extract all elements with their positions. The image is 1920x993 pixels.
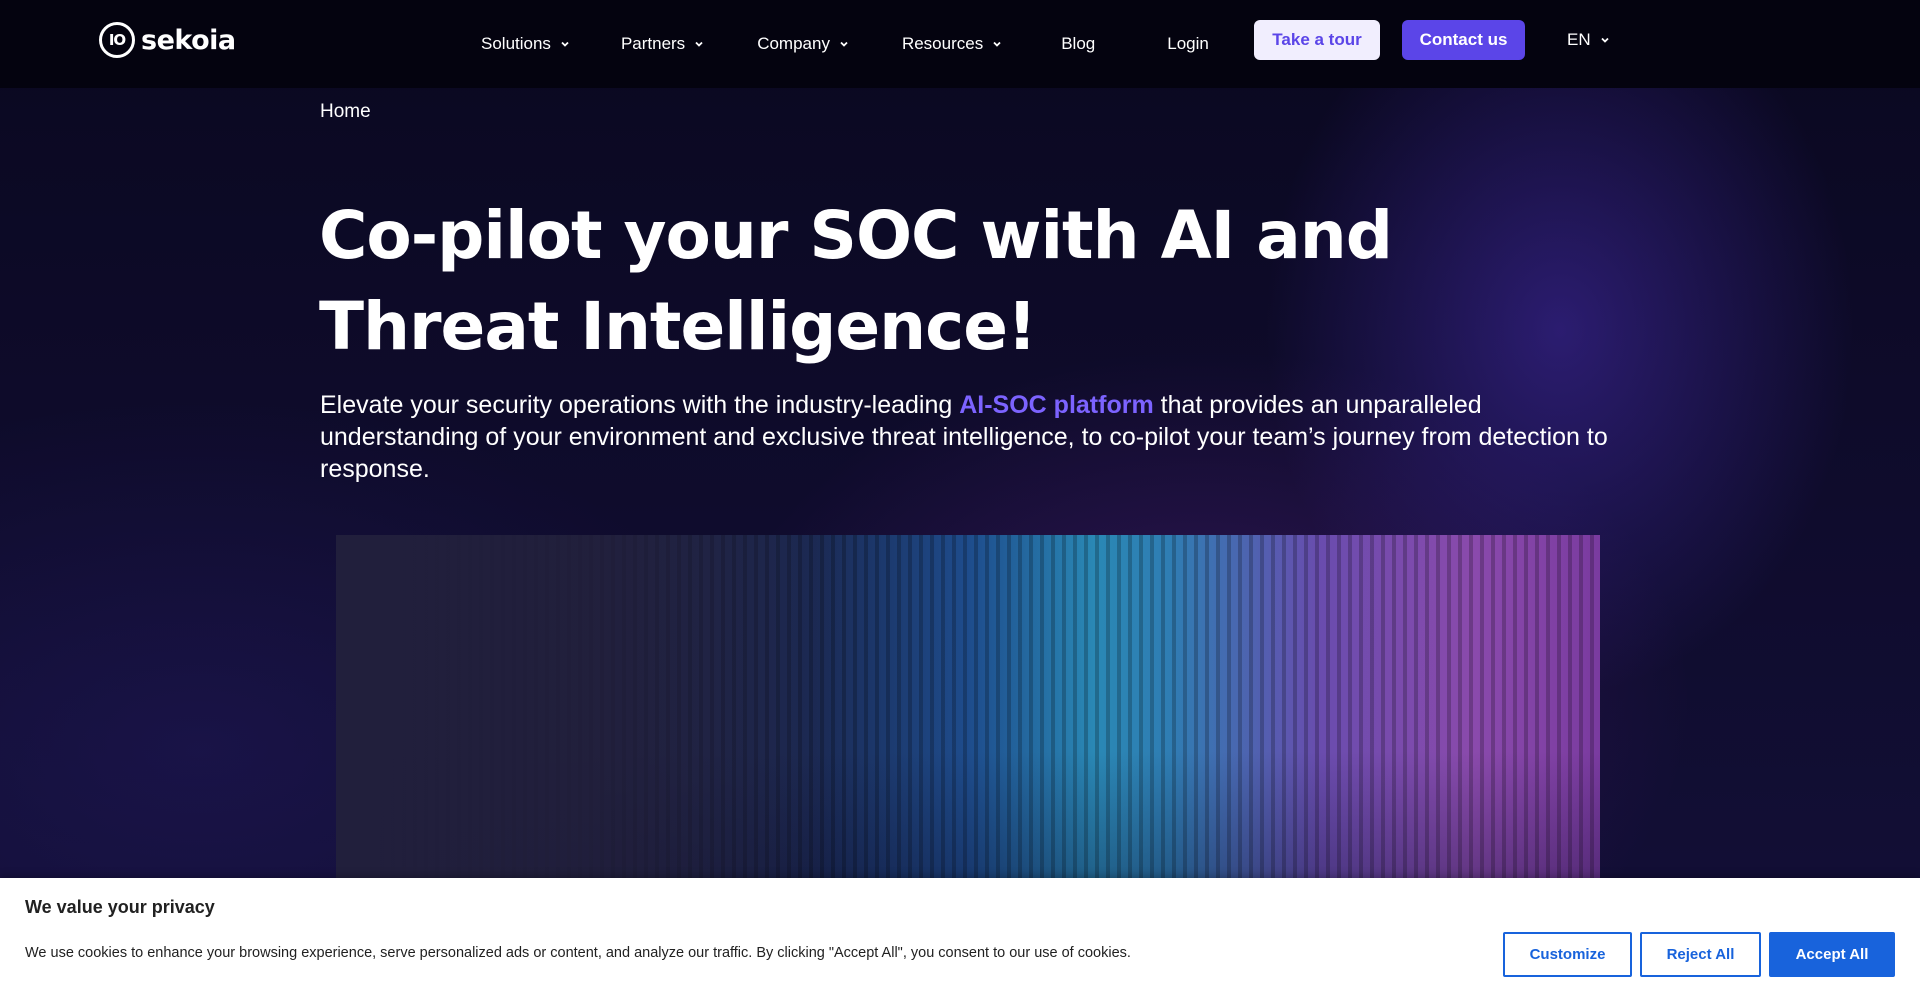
cookie-text: We use cookies to enhance your browsing … bbox=[25, 945, 1131, 961]
ai-soc-platform-link[interactable]: AI-SOC platform bbox=[959, 391, 1153, 419]
nav-solutions[interactable]: Solutions bbox=[481, 34, 571, 54]
main-nav: Solutions Partners Company Resources Blo… bbox=[481, 24, 1209, 64]
nav-partners-label: Partners bbox=[620, 34, 686, 53]
take-a-tour-button[interactable]: Take a tour bbox=[1254, 20, 1380, 60]
nav-blog[interactable]: Blog bbox=[1061, 34, 1095, 54]
chevron-down-icon bbox=[1600, 37, 1609, 43]
nav-login[interactable]: Login bbox=[1167, 34, 1209, 54]
nav-resources[interactable]: Resources bbox=[902, 34, 1003, 54]
site-header: IO sekoia Solutions Partners Company Res… bbox=[0, 0, 1920, 88]
contact-us-button[interactable]: Contact us bbox=[1402, 20, 1525, 60]
chevron-down-icon bbox=[840, 41, 848, 47]
page-title: Co-pilot your SOC with AI and Threat Int… bbox=[319, 197, 1393, 365]
chevron-down-icon bbox=[561, 41, 569, 47]
breadcrumb[interactable]: Home bbox=[320, 101, 371, 123]
nav-blog-label: Blog bbox=[1061, 34, 1096, 53]
nav-resources-label: Resources bbox=[901, 34, 984, 53]
hero-visual-fade bbox=[336, 535, 836, 895]
cookie-banner: We value your privacy We use cookies to … bbox=[0, 878, 1920, 993]
chevron-down-icon bbox=[695, 41, 703, 47]
sekoia-logo[interactable]: IO sekoia bbox=[99, 21, 236, 59]
chevron-down-icon bbox=[993, 41, 1001, 47]
language-label: EN bbox=[1567, 30, 1591, 49]
nav-solutions-label: Solutions bbox=[481, 34, 551, 53]
hero-lead: Elevate your security operations with th… bbox=[320, 389, 1620, 485]
language-selector[interactable]: EN bbox=[1567, 24, 1611, 56]
nav-company-label: Company bbox=[757, 34, 830, 53]
cookie-title: We value your privacy bbox=[25, 897, 215, 917]
nav-partners[interactable]: Partners bbox=[621, 34, 705, 54]
nav-company[interactable]: Company bbox=[757, 34, 850, 54]
accept-all-button[interactable]: Accept All bbox=[1769, 932, 1895, 977]
reject-all-button[interactable]: Reject All bbox=[1640, 932, 1761, 977]
hero-lead-text-start: Elevate your security operations with th… bbox=[320, 391, 960, 419]
customize-button[interactable]: Customize bbox=[1503, 932, 1632, 977]
logo-text: sekoia bbox=[141, 24, 236, 56]
nav-login-label: Login bbox=[1167, 34, 1209, 53]
logo-mark-icon: IO bbox=[99, 22, 135, 58]
